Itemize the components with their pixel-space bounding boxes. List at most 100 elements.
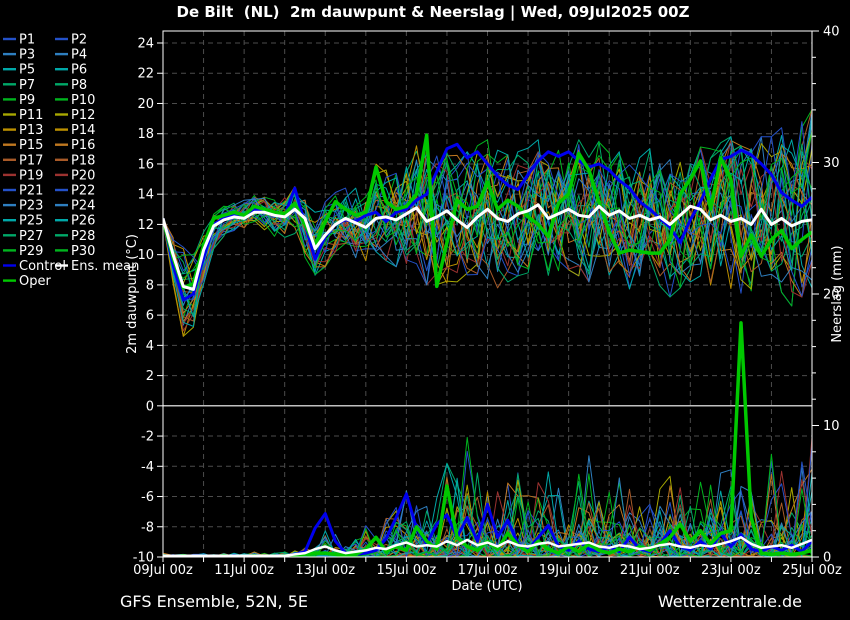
legend-item-p20: P20	[55, 168, 95, 183]
legend-item-oper: Oper	[3, 274, 51, 289]
x-axis-tick-label: 15Jul 00z	[377, 563, 437, 578]
legend-label: P11	[19, 108, 43, 123]
left-axis-tick-label: -4	[141, 460, 154, 475]
app-window: -10 -8 -6 -4 -2 0 2 4 6 8 10 12 14 16 18 20 22 24 0 10 20 30 4…	[0, 0, 850, 620]
legend-item-p1: P1	[3, 33, 35, 48]
legend-item-p22: P22	[55, 184, 95, 199]
legend-item-p18: P18	[55, 153, 95, 168]
legend-label: P14	[71, 123, 95, 138]
legend-item-p21: P21	[3, 184, 43, 199]
legend-label: P29	[19, 244, 43, 259]
ensemble-chart: -10-8-6-4-202468101214161820222401020304…	[3, 3, 845, 611]
legend-item-p30: P30	[55, 244, 95, 259]
left-axis-tick-label: 12	[137, 218, 154, 233]
right-axis-tick-label: 30	[823, 156, 840, 171]
legend-item-p8: P8	[55, 78, 87, 93]
legend-item-p9: P9	[3, 93, 35, 108]
legend-item-p15: P15	[3, 138, 43, 153]
x-axis-tick-label: 09Jul 00z	[133, 563, 193, 578]
legend-label: P19	[19, 168, 43, 183]
legend-item-p27: P27	[3, 229, 43, 244]
left-axis-tick-label: 24	[137, 37, 154, 52]
legend-label: P10	[71, 93, 95, 108]
legend-item-p28: P28	[55, 229, 95, 244]
legend-label: P8	[71, 78, 87, 93]
legend-item-p16: P16	[55, 138, 95, 153]
legend-label: P13	[19, 123, 43, 138]
legend-label: P21	[19, 184, 43, 199]
legend-label: P15	[19, 138, 43, 153]
legend-item-p17: P17	[3, 153, 43, 168]
left-axis-tick-label: 18	[137, 127, 154, 142]
legend-label: P18	[71, 153, 95, 168]
right-axis-label: Neerslag (mm)	[830, 245, 845, 342]
legend-item-p26: P26	[55, 214, 95, 229]
x-axis-tick-label: 17Jul 00z	[458, 563, 518, 578]
legend-item-p19: P19	[3, 168, 43, 183]
x-axis-tick-label: 19Jul 00z	[539, 563, 599, 578]
x-axis-tick-label: 13Jul 00z	[295, 563, 355, 578]
legend-label: P3	[19, 48, 35, 63]
legend-item-p24: P24	[55, 199, 95, 214]
legend-label: P17	[19, 153, 43, 168]
left-axis-tick-label: 2	[146, 369, 154, 384]
legend-item-p25: P25	[3, 214, 43, 229]
gridlines	[163, 31, 812, 557]
model-info-text: GFS Ensemble, 52N, 5E	[120, 592, 308, 611]
left-axis-tick-label: 4	[146, 339, 154, 354]
legend-label: P23	[19, 199, 43, 214]
legend-label: P26	[71, 214, 95, 229]
legend-label: P22	[71, 184, 95, 199]
left-axis-label: 2m dauwpunt (°C)	[125, 234, 140, 354]
legend-label: P24	[71, 199, 95, 214]
legend-item-p12: P12	[55, 108, 95, 123]
chart-title: De Bilt (NL) 2m dauwpunt & Neerslag | We…	[177, 3, 690, 22]
legend-item-p4: P4	[55, 48, 87, 63]
legend-label: P9	[19, 93, 35, 108]
legend-label: P16	[71, 138, 95, 153]
legend-item-p3: P3	[3, 48, 35, 63]
legend-label: P27	[19, 229, 43, 244]
site-credit-text: Wetterzentrale.de	[658, 592, 802, 611]
legend-item-p5: P5	[3, 63, 35, 78]
right-axis-tick-label: 10	[823, 419, 840, 434]
legend-item-p29: P29	[3, 244, 43, 259]
x-axis-tick-label: 11Jul 00z	[214, 563, 274, 578]
left-axis-tick-label: 16	[137, 157, 154, 172]
legend-item-p6: P6	[55, 63, 87, 78]
legend-item-p11: P11	[3, 108, 43, 123]
legend-item-p10: P10	[55, 93, 95, 108]
legend-label: P20	[71, 168, 95, 183]
legend-label: P30	[71, 244, 95, 259]
legend-label: P6	[71, 63, 87, 78]
legend-item-p14: P14	[55, 123, 95, 138]
left-axis-tick-label: 20	[137, 97, 154, 112]
legend-label: P2	[71, 33, 87, 48]
data-lines	[163, 109, 812, 557]
left-axis-tick-label: 22	[137, 67, 154, 82]
legend-item-p23: P23	[3, 199, 43, 214]
left-axis-tick-label: -6	[141, 490, 154, 505]
legend-item-p2: P2	[55, 33, 87, 48]
legend-item-p13: P13	[3, 123, 43, 138]
legend-label: P4	[71, 48, 87, 63]
left-axis-tick-label: 0	[146, 399, 154, 414]
legend-label: P28	[71, 229, 95, 244]
legend-label: P7	[19, 78, 35, 93]
legend-label: P5	[19, 63, 35, 78]
x-axis-tick-label: 21Jul 00z	[620, 563, 680, 578]
left-axis-tick-label: -8	[141, 520, 154, 535]
x-axis-label: Date (UTC)	[451, 579, 522, 594]
legend-label: P12	[71, 108, 95, 123]
left-axis-tick-label: 6	[146, 309, 154, 324]
right-axis-tick-label: 40	[823, 25, 840, 40]
legend-label: Oper	[19, 274, 51, 289]
left-axis-tick-label: 14	[137, 188, 154, 203]
legend-label: P25	[19, 214, 43, 229]
left-axis-tick-label: -2	[141, 430, 154, 445]
legend: P1 P2P3 P4P5 P6P7 P8P9 P10P11 P12P13 P14P15 P16P…	[3, 33, 139, 289]
legend-label: P1	[19, 33, 35, 48]
left-axis-tick-label: 8	[146, 278, 154, 293]
legend-item-p7: P7	[3, 78, 35, 93]
x-axis-tick-label: 25Jul 00z	[782, 563, 842, 578]
